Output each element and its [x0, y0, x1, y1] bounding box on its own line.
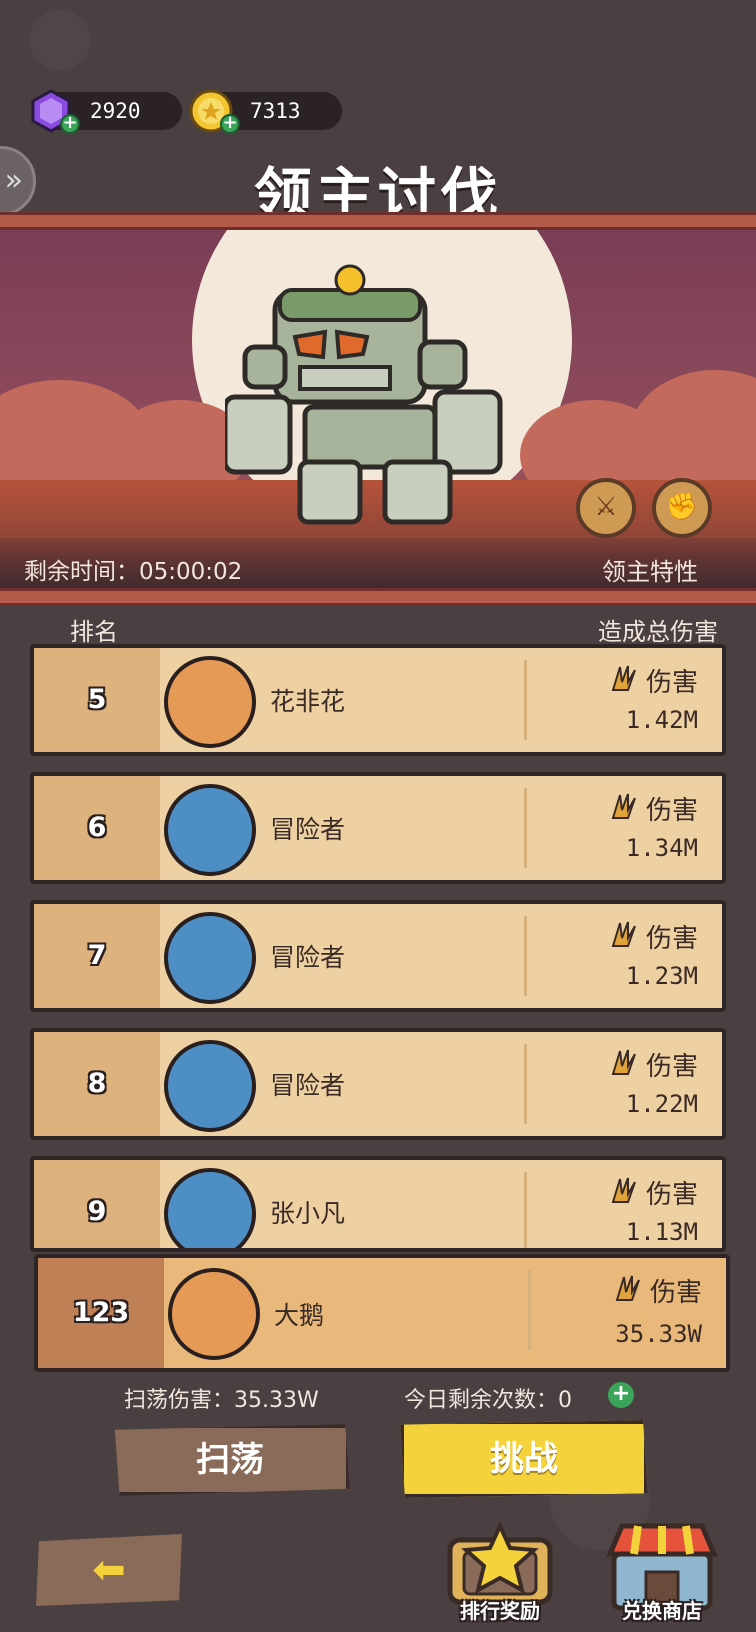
player-name: 花非花 [270, 687, 346, 716]
damage-label: 伤害 [645, 796, 698, 826]
damage-value: 1.42M [625, 706, 698, 734]
claw-damage-icon [611, 1177, 636, 1203]
boss-traits-link[interactable]: 领主特性 [602, 552, 698, 587]
ranking-row[interactable]: 5 花非花 伤害 1.42M [30, 644, 726, 756]
ranking-row[interactable]: 9 张小凡 伤害 1.13M [30, 1156, 726, 1252]
ranking-row[interactable]: 6 冒险者 伤害 1.34M [30, 772, 726, 884]
sweep-damage-text: 扫荡伤害：35.33W [124, 1388, 319, 1413]
gem-amount: 2920 [90, 99, 141, 123]
damage-label: 伤害 [649, 1278, 702, 1308]
damage-label: 伤害 [645, 1180, 698, 1210]
player-name: 张小凡 [270, 1199, 346, 1228]
rank-rewards-label: 排行奖励 [460, 1599, 540, 1623]
divider [524, 1044, 527, 1124]
ranking-row[interactable]: 8 冒险者 伤害 1.22M [30, 1028, 726, 1140]
fist-trait-icon[interactable]: ✊ [652, 478, 712, 538]
column-rank: 排名 [70, 618, 118, 646]
my-ranking-row[interactable]: 123 大鹅 伤害 35.33W [34, 1254, 730, 1372]
damage-label: 伤害 [645, 924, 698, 954]
player-name: 冒险者 [270, 943, 346, 972]
banner-bottom [0, 588, 756, 606]
rank-number: 8 [87, 1068, 107, 1099]
remaining-attempts-text: 今日剩余次数：0 [404, 1388, 572, 1413]
divider [524, 788, 527, 868]
adventurer-avatar [164, 1168, 256, 1248]
exchange-shop-button[interactable]: 兑换商店 [602, 1520, 722, 1630]
adventurer-avatar [164, 784, 256, 876]
challenge-button[interactable]: 挑战 [400, 1420, 648, 1498]
divider [524, 916, 527, 996]
add-attempts-icon[interactable]: + [608, 1382, 634, 1408]
claw-damage-icon [611, 921, 636, 947]
damage-value: 1.22M [625, 1090, 698, 1118]
capybara-avatar [164, 656, 256, 748]
ranking-row[interactable]: 7 冒险者 伤害 1.23M [30, 900, 726, 1012]
player-name: 冒险者 [270, 815, 346, 844]
my-damage-value: 35.33W [615, 1320, 702, 1348]
coin-amount: 7313 [250, 99, 301, 123]
add-coins-icon[interactable]: + [220, 114, 240, 134]
claw-damage-icon [611, 1049, 636, 1075]
banner-top [0, 212, 756, 230]
remaining-time: 剩余时间：05:00:02 [24, 559, 243, 585]
my-player-name: 大鹅 [274, 1301, 325, 1330]
divider [524, 660, 527, 740]
claw-damage-icon [611, 665, 636, 691]
gem-counter[interactable]: + 2920 [31, 89, 182, 134]
my-rank-number: 123 [72, 1297, 130, 1328]
rank-number: 6 [87, 812, 107, 843]
adventurer-avatar [164, 1040, 256, 1132]
damage-value: 1.23M [625, 962, 698, 990]
sweep-button[interactable]: 扫荡 [114, 1424, 350, 1496]
divider [528, 1270, 531, 1350]
damage-value: 1.13M [625, 1218, 698, 1246]
capybara-avatar [168, 1268, 260, 1360]
adventurer-avatar [164, 912, 256, 1004]
claw-damage-icon [615, 1275, 640, 1301]
back-button[interactable]: ⬅ [36, 1534, 182, 1606]
damage-value: 1.34M [625, 834, 698, 862]
divider [524, 1172, 527, 1248]
claw-damage-icon [611, 793, 636, 819]
damage-label: 伤害 [645, 668, 698, 698]
add-gems-icon[interactable]: + [60, 114, 80, 134]
rank-rewards-button[interactable]: 排行奖励 [440, 1520, 560, 1630]
coin-counter[interactable]: + 7313 [189, 89, 342, 134]
sword-trait-icon[interactable]: ⚔ [576, 478, 636, 538]
rank-number: 7 [87, 940, 107, 971]
rank-number: 9 [87, 1196, 107, 1227]
rank-number: 5 [87, 684, 107, 715]
damage-label: 伤害 [645, 1052, 698, 1082]
back-arrow-icon: ⬅ [92, 1547, 126, 1593]
column-total-damage: 造成总伤害 [598, 618, 718, 646]
boss-golem [225, 264, 503, 525]
exchange-shop-label: 兑换商店 [622, 1599, 702, 1623]
player-name: 冒险者 [270, 1071, 346, 1100]
